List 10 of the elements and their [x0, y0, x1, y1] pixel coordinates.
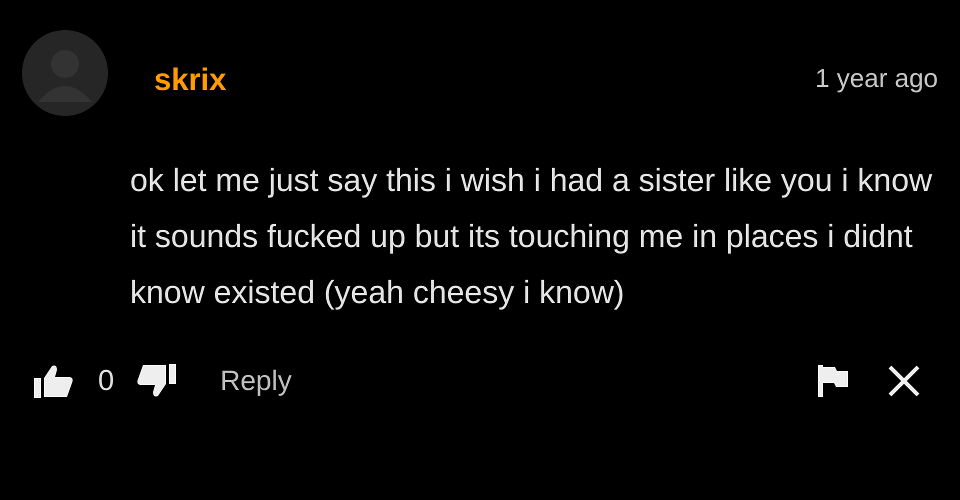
comment-text: ok let me just say this i wish i had a sister like you i know it sounds fucked up but its touching me in places i didnt know existed (yeah cheesy i know) [130, 161, 934, 312]
timestamp: 1 year ago [815, 62, 938, 94]
avatar-icon [22, 30, 108, 116]
thumbs-up-icon[interactable] [34, 364, 74, 398]
like-count: 0 [98, 364, 114, 398]
thumbs-down-icon[interactable] [136, 364, 176, 398]
username[interactable]: skrix [154, 62, 226, 98]
close-icon[interactable] [888, 365, 920, 397]
flag-icon[interactable] [818, 365, 848, 397]
reply-button[interactable]: Reply [220, 365, 292, 397]
